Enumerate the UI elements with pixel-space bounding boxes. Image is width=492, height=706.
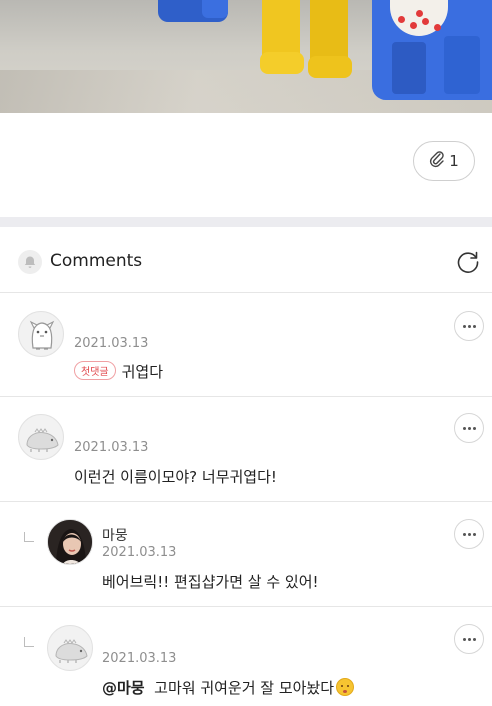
comment-author[interactable]: 마뭉 [102,525,128,545]
comment-date: 2021.03.13 [102,651,177,666]
comment-text-row: @마뭉 고마워 귀여운거 잘 모아놨다 [102,677,355,698]
comment-text: 고마워 귀여운거 잘 모아놨다 [154,679,335,697]
bearbrick-yellow [260,0,352,80]
first-comment-badge: 첫댓글 [74,361,116,380]
paperclip-icon [429,150,445,172]
more-options-button[interactable] [454,624,484,654]
comment-date: 2021.03.13 [102,545,177,560]
refresh-icon[interactable] [455,249,481,275]
post-photo[interactable] [0,0,492,113]
comments-header: Comments [0,227,492,293]
comment-date: 2021.03.13 [74,440,149,455]
section-divider [0,217,492,227]
reply-item: 2021.03.13 @마뭉 고마워 귀여운거 잘 모아놨다 [0,607,492,706]
dino-avatar[interactable] [18,414,64,460]
mention-link[interactable]: @마뭉 [102,679,145,697]
more-options-button[interactable] [454,311,484,341]
comment-item: 2021.03.13 첫댓글 귀엽다 [0,293,492,397]
bell-icon[interactable] [18,250,42,274]
reply-item: 마뭉 2021.03.13 베어브릭!! 편집샵가면 살 수 있어! [0,502,492,607]
attachment-button[interactable]: 1 [413,141,475,181]
bearbrick-blue-left [158,0,228,22]
attachment-count: 1 [449,152,459,170]
shushing-face-emoji [336,678,355,696]
comments-title: Comments [50,251,143,271]
bearbrick-blue-right [372,0,492,100]
comment-text: 베어브릭!! 편집샵가면 살 수 있어! [102,573,319,591]
more-options-button[interactable] [454,413,484,443]
penguin-avatar[interactable] [18,311,64,357]
comment-text: 이런건 이름이모야? 너무귀엽다! [74,468,277,486]
more-options-button[interactable] [454,519,484,549]
dino-avatar[interactable] [47,625,93,671]
reply-arrow-icon [24,637,34,647]
photo-avatar[interactable] [47,519,93,565]
comment-item: 2021.03.13 이런건 이름이모야? 너무귀엽다! [0,397,492,502]
comment-text: 귀엽다 [121,363,164,381]
comment-date: 2021.03.13 [74,336,149,351]
reply-arrow-icon [24,532,34,542]
comment-text-row: 첫댓글 귀엽다 [74,361,163,382]
